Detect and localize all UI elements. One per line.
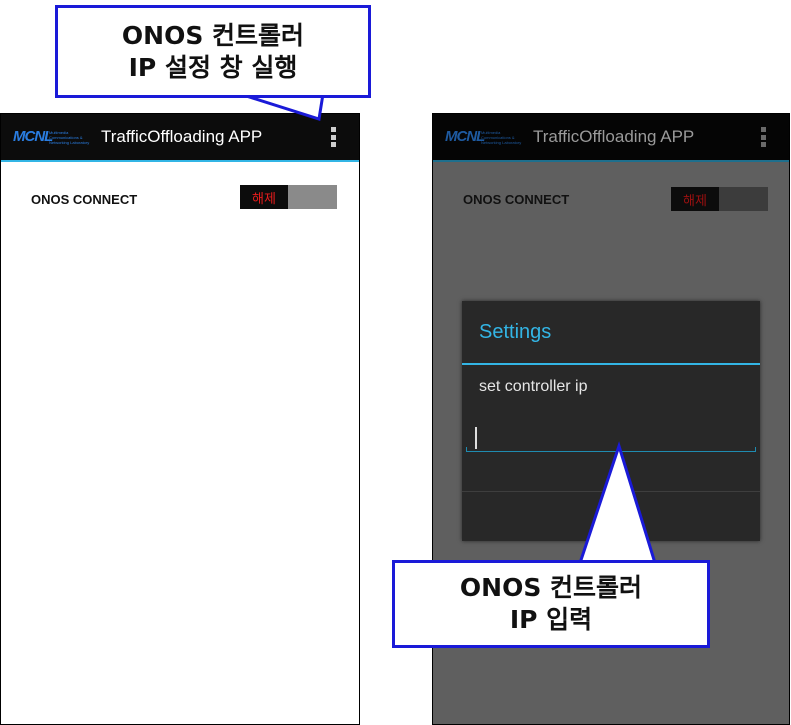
settings-dialog: Settings set controller ip [462,301,760,541]
logo-text: MCNL [13,128,53,145]
dialog-message: set controller ip [479,378,588,395]
action-bar: MCNL Multimedia Communications & Network… [433,114,789,162]
action-bar: MCNL Multimedia Communications & Network… [1,114,359,162]
logo-subtitle: Multimedia Communications & Networking L… [49,130,90,145]
mcnl-logo: MCNL Multimedia Communications & Network… [13,127,93,147]
app-title: TrafficOffloading APP [101,127,263,146]
more-vert-icon[interactable] [761,127,767,147]
onos-connect-toggle[interactable]: 해제 [240,185,337,209]
dialog-button-bar[interactable] [462,492,760,541]
controller-ip-input[interactable] [466,427,756,452]
left-phone-screen: MCNL Multimedia Communications & Network… [0,113,360,725]
toggle-label: 해제 [671,187,719,211]
toggle-label: 해제 [240,185,288,209]
toggle-track [288,185,337,209]
callout-open-ip-settings: ONOS 컨트롤러 IP 설정 창 실행 [55,5,371,98]
onos-connect-toggle[interactable]: 해제 [671,187,768,211]
more-vert-icon[interactable] [331,127,337,147]
callout-line-2: IP 입력 [509,605,593,634]
callout-enter-ip: ONOS 컨트롤러 IP 입력 [392,560,710,648]
onos-connect-label: ONOS CONNECT [31,192,138,207]
text-cursor [475,427,477,449]
callout-line-1: ONOS 컨트롤러 [459,573,643,602]
toggle-track [719,187,768,211]
dialog-title-divider [462,363,760,365]
logo-subtitle: Multimedia Communications & Networking L… [481,130,522,145]
callout-line-1: ONOS 컨트롤러 [121,20,305,50]
dialog-title: Settings [479,321,552,343]
logo-text: MCNL [445,128,485,145]
mcnl-logo: MCNL Multimedia Communications & Network… [445,127,525,147]
onos-connect-label: ONOS CONNECT [463,192,570,207]
callout-line-2: IP 설정 창 실행 [128,52,298,82]
app-title: TrafficOffloading APP [533,127,695,146]
